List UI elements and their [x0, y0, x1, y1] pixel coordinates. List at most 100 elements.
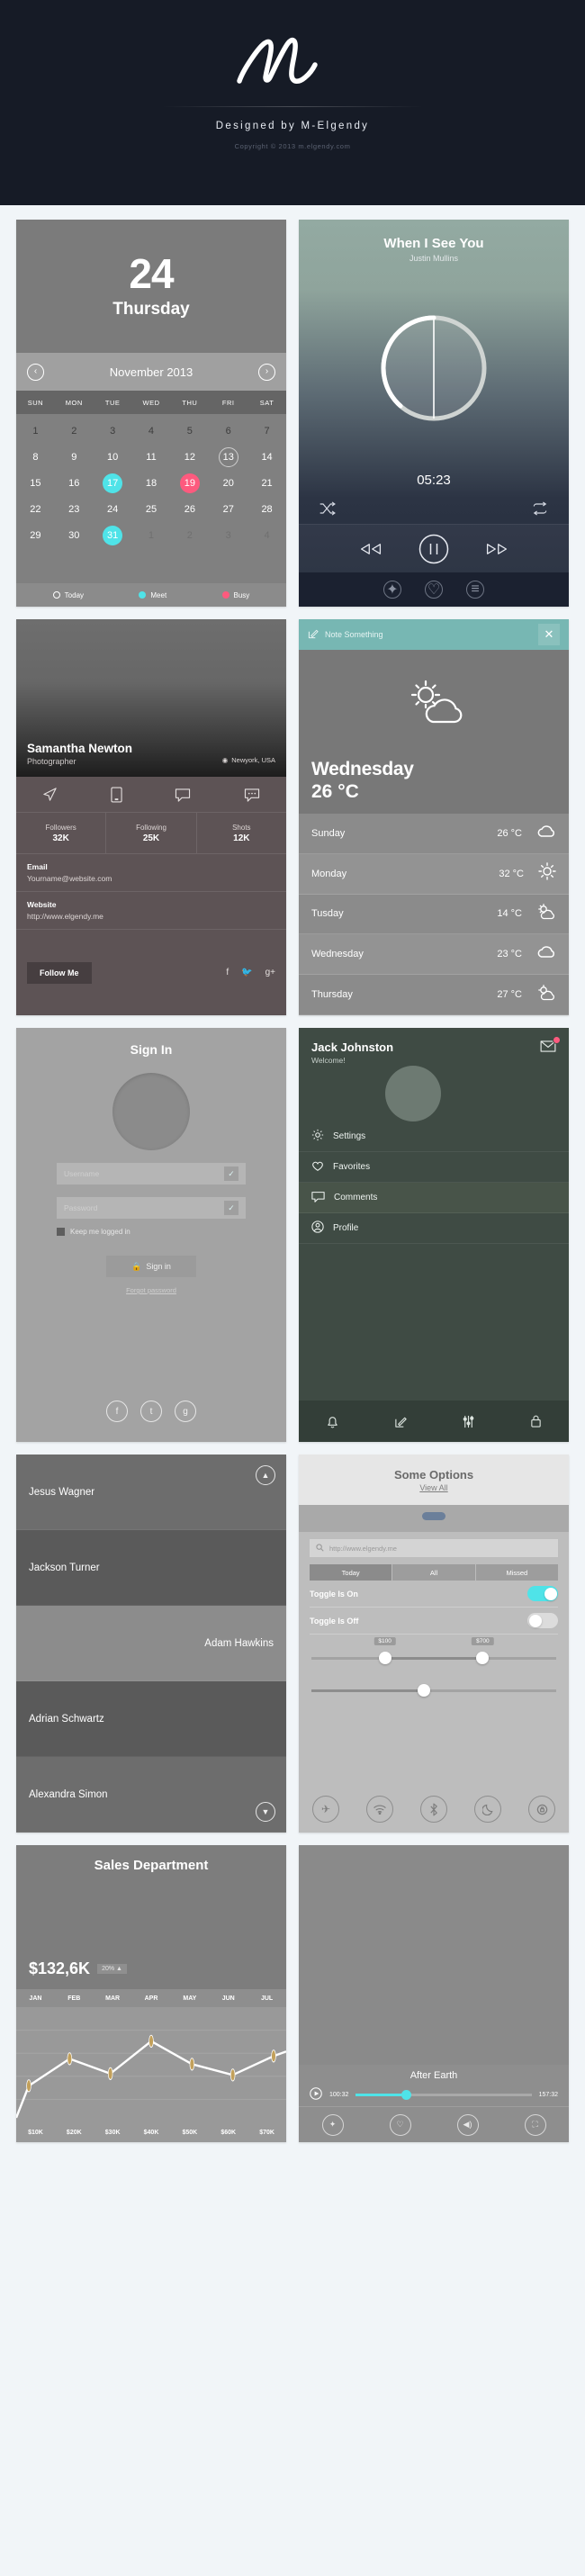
calendar-day-cell[interactable]: 13 — [209, 444, 248, 470]
list-item[interactable]: Adam Hawkins — [16, 1606, 286, 1681]
calendar-day-cell[interactable]: 14 — [248, 444, 286, 470]
menu-item-settings[interactable]: Settings — [299, 1121, 569, 1152]
calendar-day-cell[interactable]: 18 — [132, 470, 171, 496]
movie-progress[interactable]: 100:32 157:32 — [299, 2083, 569, 2106]
share-icon[interactable]: ✦ — [321, 2113, 344, 2136]
music-progress-dial[interactable] — [299, 263, 569, 473]
calendar-day-cell[interactable]: 22 — [16, 496, 55, 522]
twitter-icon[interactable]: 🐦 — [241, 968, 252, 977]
calendar-day-cell[interactable]: 5 — [170, 418, 209, 444]
calendar-day-cell[interactable]: 29 — [16, 522, 55, 548]
calendar-day-cell[interactable]: 26 — [170, 496, 209, 522]
list-item[interactable]: Jesus Wagner — [16, 1455, 286, 1530]
calendar-day-cell[interactable]: 3 — [94, 418, 132, 444]
airplane-icon[interactable]: ✈ — [312, 1796, 339, 1823]
more-icon[interactable] — [244, 788, 260, 802]
chevron-down-icon[interactable]: ▼ — [256, 1802, 275, 1822]
remember-me-checkbox[interactable]: Keep me logged in — [57, 1228, 246, 1236]
segment-today[interactable]: Today — [310, 1564, 393, 1581]
compose-icon[interactable] — [394, 1415, 408, 1428]
calendar-day-cell[interactable]: 2 — [55, 418, 94, 444]
calendar-day-cell[interactable]: 1 — [132, 522, 171, 548]
calendar-day-cell[interactable]: 15 — [16, 470, 55, 496]
username-field[interactable]: Username ✓ — [57, 1163, 246, 1184]
note-bar[interactable]: Note Something ✕ — [299, 619, 569, 650]
list-item[interactable]: Adrian Schwartz — [16, 1681, 286, 1757]
segment-all[interactable]: All — [392, 1564, 476, 1581]
avatar[interactable] — [385, 1066, 441, 1121]
calendar-day-cell[interactable]: 4 — [248, 522, 286, 548]
list-item[interactable]: Alexandra Simon — [16, 1757, 286, 1833]
facebook-icon[interactable]: f — [226, 968, 229, 977]
calendar-day-cell[interactable]: 19 — [170, 470, 209, 496]
calendar-day-cell[interactable]: 27 — [209, 496, 248, 522]
rotate-lock-icon[interactable] — [528, 1796, 555, 1823]
wifi-icon[interactable] — [366, 1796, 393, 1823]
calendar-day-cell[interactable]: 12 — [170, 444, 209, 470]
moon-icon[interactable] — [474, 1796, 501, 1823]
chat-icon[interactable] — [175, 788, 191, 802]
menu-item-favorites[interactable]: Favorites — [299, 1152, 569, 1183]
slider-knob[interactable] — [418, 1684, 431, 1697]
rewind-icon[interactable] — [359, 543, 382, 555]
playlist-icon[interactable]: ≡ — [466, 581, 484, 599]
heart-icon[interactable]: ♡ — [425, 581, 443, 599]
calendar-day-cell[interactable]: 9 — [55, 444, 94, 470]
search-input[interactable]: http://www.elgendy.me — [310, 1539, 558, 1557]
google-plus-icon[interactable]: g+ — [266, 968, 275, 977]
close-icon[interactable]: ✕ — [538, 624, 560, 645]
calendar-day-cell[interactable]: 1 — [16, 418, 55, 444]
single-slider[interactable] — [311, 1681, 556, 1699]
movie-seek-track[interactable] — [356, 2089, 532, 2100]
phone-icon[interactable] — [111, 787, 122, 803]
heart-icon[interactable]: ♡ — [389, 2113, 411, 2136]
forgot-password-link[interactable]: Forgot password — [126, 1286, 176, 1294]
calendar-day-cell[interactable]: 16 — [55, 470, 94, 496]
toggle-switch-off[interactable] — [527, 1613, 558, 1628]
calendar-day-cell[interactable]: 24 — [94, 496, 132, 522]
calendar-day-cell[interactable]: 7 — [248, 418, 286, 444]
signin-button[interactable]: 🔒 Sign in — [106, 1256, 196, 1277]
calendar-day-cell[interactable]: 25 — [132, 496, 171, 522]
calendar-day-cell[interactable]: 4 — [132, 418, 171, 444]
calendar-day-cell[interactable]: 11 — [132, 444, 171, 470]
volume-icon[interactable]: ◀) — [456, 2113, 479, 2136]
facebook-icon[interactable]: f — [106, 1401, 128, 1422]
calendar-day-cell[interactable]: 8 — [16, 444, 55, 470]
field-value[interactable]: http://www.elgendy.me — [27, 912, 275, 921]
calendar-day-cell[interactable]: 30 — [55, 522, 94, 548]
share-icon[interactable]: ✦ — [383, 581, 401, 599]
follow-me-button[interactable]: Follow Me — [27, 961, 92, 984]
calendar-day-cell[interactable]: 31 — [94, 522, 132, 548]
calendar-day-cell[interactable]: 28 — [248, 496, 286, 522]
lock-icon[interactable] — [530, 1414, 542, 1428]
movie-seek-knob[interactable] — [401, 2089, 412, 2100]
chevron-right-icon[interactable]: › — [258, 363, 275, 381]
bluetooth-icon[interactable] — [420, 1796, 447, 1823]
view-all-link[interactable]: View All — [419, 1483, 447, 1492]
calendar-day-cell[interactable]: 6 — [209, 418, 248, 444]
password-field[interactable]: Password ✓ — [57, 1197, 246, 1219]
calendar-day-cell[interactable]: 21 — [248, 470, 286, 496]
menu-item-profile[interactable]: Profile — [299, 1213, 569, 1244]
calendar-day-cell[interactable]: 17 — [94, 470, 132, 496]
calendar-day-cell[interactable]: 2 — [170, 522, 209, 548]
send-icon[interactable] — [42, 787, 58, 802]
calendar-day-cell[interactable]: 10 — [94, 444, 132, 470]
google-plus-icon[interactable]: g — [175, 1401, 196, 1422]
slider-knob-high[interactable] — [476, 1652, 490, 1664]
chevron-left-icon[interactable]: ‹ — [27, 363, 44, 381]
handle-pill[interactable] — [422, 1512, 446, 1520]
menu-item-comments[interactable]: Comments — [299, 1183, 569, 1213]
shuffle-icon[interactable] — [319, 501, 337, 516]
range-slider[interactable]: $100 $700 — [311, 1637, 556, 1667]
play-icon[interactable] — [310, 2087, 322, 2102]
pause-icon[interactable] — [418, 534, 449, 564]
segment-missed[interactable]: Missed — [475, 1564, 558, 1581]
fullscreen-icon[interactable]: ⛶ — [524, 2113, 546, 2136]
list-item[interactable]: Jackson Turner — [16, 1530, 286, 1606]
bell-icon[interactable] — [326, 1414, 339, 1429]
slider-knob-low[interactable] — [378, 1652, 392, 1664]
sliders-icon[interactable] — [462, 1415, 475, 1428]
fast-forward-icon[interactable] — [485, 543, 508, 555]
